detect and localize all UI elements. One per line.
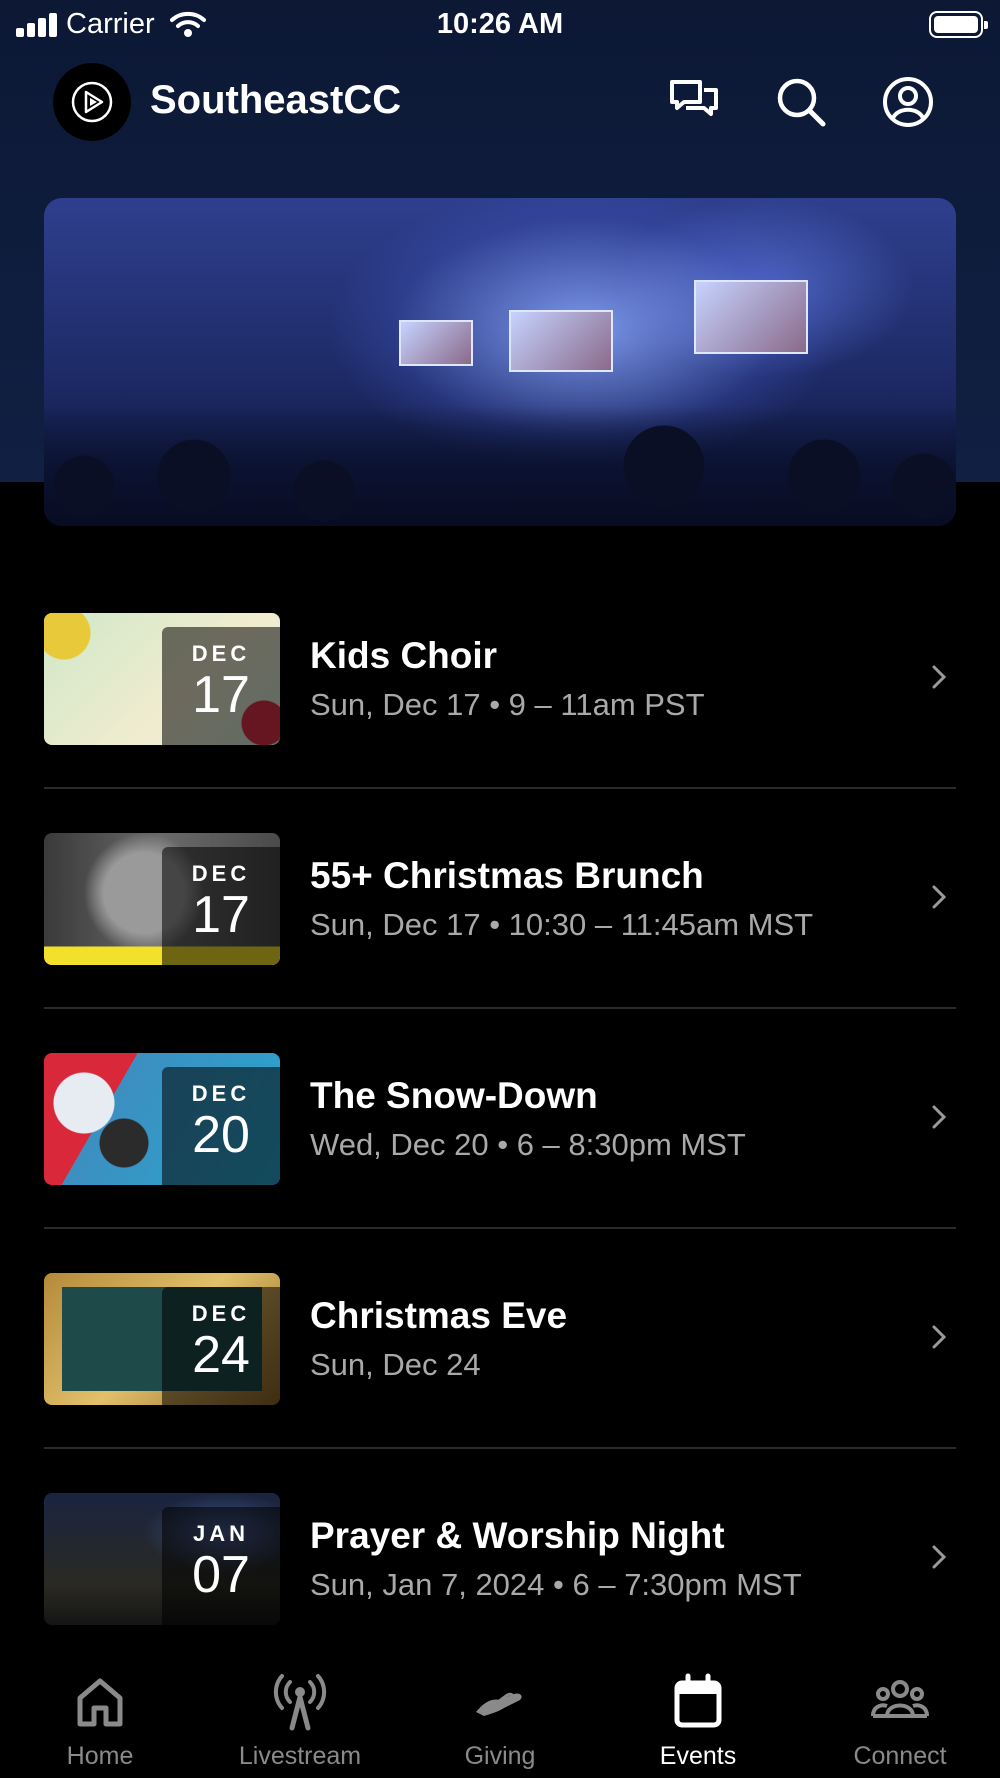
tab-home[interactable]: Home <box>0 1648 200 1778</box>
tab-bar: Home Livestream Giving Events Connect <box>0 1648 1000 1778</box>
date-day: 17 <box>192 666 250 724</box>
event-datetime: Sun, Dec 17 • 10:30 – 11:45am MST <box>310 907 814 942</box>
date-month: DEC <box>191 641 251 666</box>
tab-giving[interactable]: Giving <box>400 1648 600 1778</box>
date-badge: DEC 17 <box>162 847 280 965</box>
event-thumbnail: DEC 17 <box>44 613 280 745</box>
tab-connect[interactable]: Connect <box>800 1648 1000 1778</box>
date-day: 24 <box>192 1326 250 1384</box>
date-day: 20 <box>192 1106 250 1164</box>
chevron-right-icon <box>932 665 946 689</box>
chevron-right-icon <box>932 1325 946 1349</box>
search-icon[interactable] <box>775 76 827 128</box>
divider <box>44 1007 956 1009</box>
chat-icon[interactable] <box>668 76 720 128</box>
tab-label: Home <box>66 1742 134 1770</box>
app-logo[interactable] <box>53 63 131 141</box>
event-title: 55+ Christmas Brunch <box>310 855 704 896</box>
chevron-right-icon <box>932 885 946 909</box>
tab-label: Giving <box>464 1742 536 1770</box>
event-title: The Snow-Down <box>310 1075 598 1116</box>
date-day: 17 <box>192 886 250 944</box>
tab-label: Connect <box>853 1742 947 1770</box>
status-time: 10:26 AM <box>436 8 564 40</box>
event-row-snow-down[interactable]: DEC 20 The Snow-Down Wed, Dec 20 • 6 – 8… <box>44 1053 956 1185</box>
date-day: 07 <box>192 1546 250 1604</box>
event-row-christmas-eve[interactable]: DEC 24 Christmas Eve Sun, Dec 24 <box>44 1273 956 1405</box>
tab-events[interactable]: Events <box>598 1648 798 1778</box>
giving-hand-icon <box>476 1692 522 1716</box>
event-datetime: Sun, Jan 7, 2024 • 6 – 7:30pm MST <box>310 1567 802 1602</box>
event-row-prayer-worship[interactable]: JAN 07 Prayer & Worship Night Sun, Jan 7… <box>44 1493 956 1625</box>
divider <box>44 1447 956 1449</box>
home-icon <box>77 1678 123 1727</box>
event-thumbnail: DEC 20 <box>44 1053 280 1185</box>
event-row-kids-choir[interactable]: DEC 17 Kids Choir Sun, Dec 17 • 9 – 11am… <box>44 613 956 745</box>
date-month: DEC <box>191 861 251 886</box>
tab-label: Livestream <box>238 1742 362 1770</box>
event-datetime: Sun, Dec 17 • 9 – 11am PST <box>310 687 705 722</box>
date-badge: DEC 20 <box>162 1067 280 1185</box>
date-badge: DEC 24 <box>162 1287 280 1405</box>
event-title: Prayer & Worship Night <box>310 1515 725 1556</box>
event-thumbnail: JAN 07 <box>44 1493 280 1625</box>
people-icon <box>871 1680 929 1718</box>
event-datetime: Wed, Dec 20 • 6 – 8:30pm MST <box>310 1127 746 1162</box>
date-month: DEC <box>191 1081 251 1106</box>
chevron-right-icon <box>932 1545 946 1569</box>
event-thumbnail: DEC 17 <box>44 833 280 965</box>
divider <box>44 1227 956 1229</box>
hero-worship-image[interactable] <box>44 198 956 526</box>
play-logo-icon <box>71 81 113 123</box>
battery-icon <box>929 11 988 38</box>
event-row-christmas-brunch[interactable]: DEC 17 55+ Christmas Brunch Sun, Dec 17 … <box>44 833 956 965</box>
divider <box>44 787 956 789</box>
profile-icon[interactable] <box>882 76 934 128</box>
event-title: Kids Choir <box>310 635 498 676</box>
tab-livestream[interactable]: Livestream <box>200 1648 400 1778</box>
chevron-right-icon <box>932 1105 946 1129</box>
broadcast-icon <box>273 1674 327 1731</box>
calendar-icon <box>674 1673 722 1728</box>
app-title: SoutheastCC <box>150 78 402 122</box>
event-thumbnail: DEC 24 <box>44 1273 280 1405</box>
date-badge: JAN 07 <box>162 1507 280 1625</box>
date-month: DEC <box>191 1301 251 1326</box>
date-month: JAN <box>192 1521 249 1546</box>
date-badge: DEC 17 <box>162 627 280 745</box>
tab-label: Events <box>659 1742 737 1770</box>
event-datetime: Sun, Dec 24 <box>310 1347 481 1382</box>
event-title: Christmas Eve <box>310 1295 568 1336</box>
status-bar: Carrier 10:26 AM <box>0 0 1000 50</box>
